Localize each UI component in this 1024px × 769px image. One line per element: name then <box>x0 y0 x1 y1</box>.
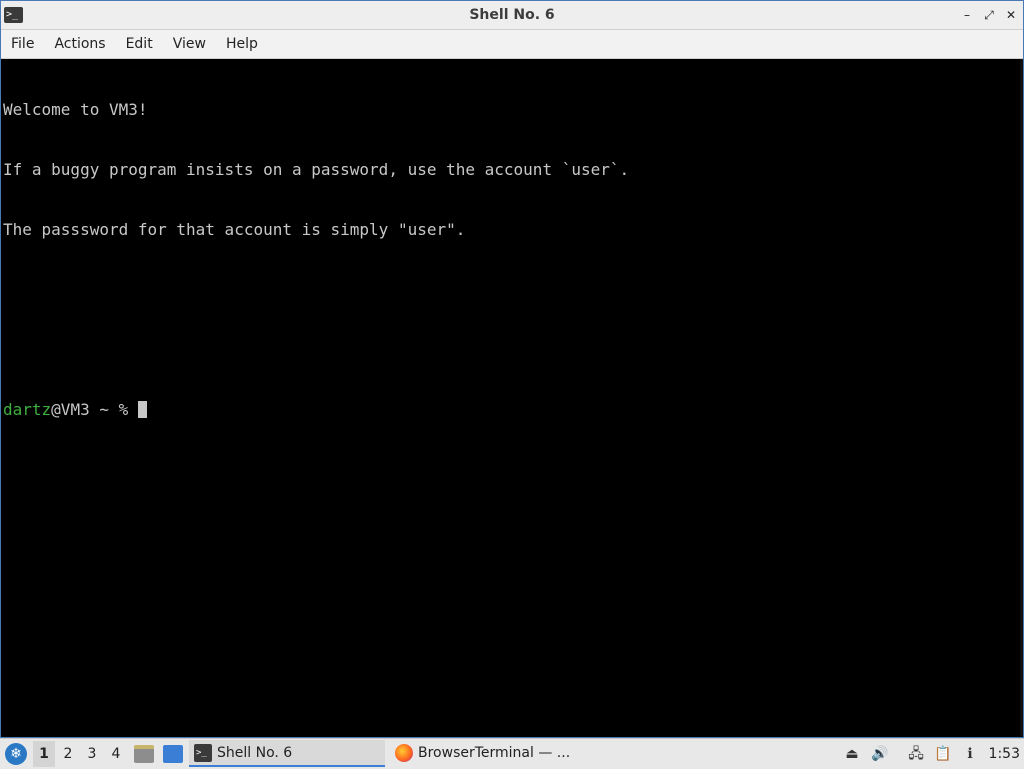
menu-bar: File Actions Edit View Help <box>1 30 1023 59</box>
task-browserterminal[interactable]: BrowserTerminal — ... <box>390 740 586 767</box>
menu-actions[interactable]: Actions <box>44 30 115 58</box>
clock[interactable]: 1:53 <box>989 739 1020 769</box>
terminal-line: If a buggy program insists on a password… <box>3 160 630 179</box>
desktop-switch-2[interactable]: 2 <box>57 739 79 769</box>
menu-file[interactable]: File <box>1 30 44 58</box>
text-cursor <box>137 401 147 418</box>
show-desktop-icon[interactable] <box>163 745 183 763</box>
network-icon[interactable]: 🖧 <box>907 745 925 763</box>
update-notifier-icon[interactable]: ℹ <box>961 745 979 763</box>
task-shell-no-6[interactable]: >_ Shell No. 6 <box>189 740 385 767</box>
file-manager-icon[interactable] <box>134 745 154 763</box>
menu-help[interactable]: Help <box>216 30 268 58</box>
terminal-line: Welcome to VM3! <box>3 100 148 119</box>
firefox-icon <box>395 744 413 762</box>
taskbar: ❄ 1 2 3 4 >_ Shell No. 6 BrowserTerminal… <box>0 738 1024 769</box>
window-controls: – ⤢ ✕ <box>961 1 1017 29</box>
terminal-icon: >_ <box>194 744 212 762</box>
close-icon[interactable]: ✕ <box>1005 9 1017 21</box>
menu-edit[interactable]: Edit <box>116 30 163 58</box>
minimize-icon[interactable]: – <box>961 9 973 21</box>
task-label: Shell No. 6 <box>217 745 293 761</box>
maximize-icon[interactable]: ⤢ <box>983 9 995 21</box>
terminal-line: The passsword for that account is simply… <box>3 220 466 239</box>
removable-drive-icon[interactable]: ⏏ <box>843 745 861 763</box>
window-title: Shell No. 6 <box>469 7 555 23</box>
prompt-host-path: @VM3 ~ % <box>51 400 138 419</box>
terminal-prompt-line[interactable]: dartz@VM3 ~ % <box>3 400 1023 420</box>
desktop-switch-4[interactable]: 4 <box>105 739 127 769</box>
clipboard-icon[interactable]: 📋 <box>934 745 952 763</box>
desktop-switch-3[interactable]: 3 <box>81 739 103 769</box>
terminal-window: >_ Shell No. 6 – ⤢ ✕ File Actions Edit V… <box>0 0 1024 738</box>
terminal-scrollbar[interactable] <box>1020 59 1023 736</box>
task-label: BrowserTerminal — ... <box>418 745 571 761</box>
terminal-output[interactable]: Welcome to VM3! If a buggy program insis… <box>1 59 1023 736</box>
window-titlebar[interactable]: >_ Shell No. 6 – ⤢ ✕ <box>1 1 1023 30</box>
menu-view[interactable]: View <box>163 30 216 58</box>
start-menu-icon[interactable]: ❄ <box>5 743 27 765</box>
desktop-switch-1[interactable]: 1 <box>33 741 55 767</box>
prompt-username: dartz <box>3 400 52 419</box>
volume-icon[interactable]: 🔊 <box>871 745 889 763</box>
